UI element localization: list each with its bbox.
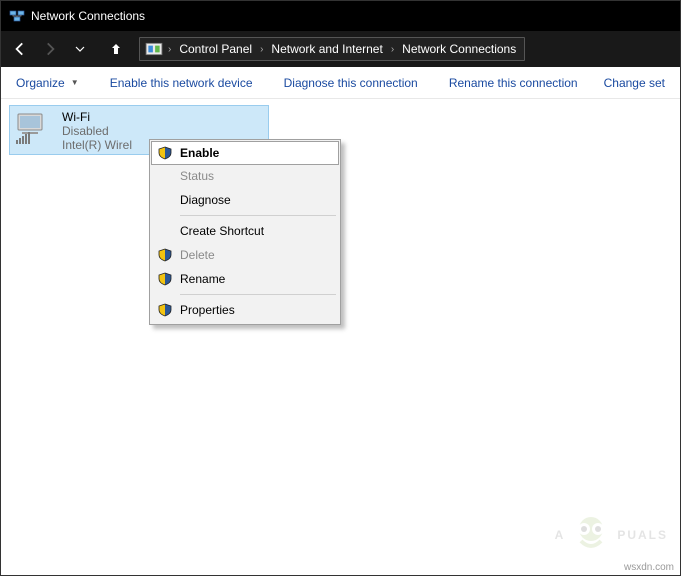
title-bar: Network Connections [1, 1, 680, 31]
menu-item-enable[interactable]: Enable [151, 141, 339, 165]
menu-label-status: Status [180, 169, 328, 183]
breadcrumb-network-internet[interactable]: Network and Internet [265, 38, 388, 60]
watermark-right: PUALS [617, 528, 668, 542]
menu-separator [180, 215, 336, 216]
adapter-name: Wi-Fi [62, 110, 132, 124]
change-settings-button[interactable]: Change set [595, 71, 674, 95]
recent-locations-button[interactable] [65, 35, 95, 63]
menu-label-properties: Properties [180, 303, 328, 317]
organize-label: Organize [16, 76, 65, 90]
menu-label-create-shortcut: Create Shortcut [180, 224, 328, 238]
enable-device-label: Enable this network device [110, 76, 253, 90]
up-button[interactable] [101, 35, 131, 63]
shield-icon [156, 246, 174, 264]
menu-separator [180, 294, 336, 295]
nav-bar: › Control Panel › Network and Internet ›… [1, 31, 680, 67]
watermark-left: A [555, 528, 566, 542]
window-title: Network Connections [31, 9, 145, 23]
back-button[interactable] [5, 35, 35, 63]
menu-item-diagnose[interactable]: Diagnose [152, 188, 338, 212]
control-panel-icon [145, 40, 163, 58]
content-area[interactable]: Wi-Fi Disabled Intel(R) Wirel Enable Sta… [1, 99, 680, 575]
rename-connection-label: Rename this connection [449, 76, 578, 90]
chevron-right-icon[interactable]: › [389, 44, 396, 55]
menu-label-rename: Rename [180, 272, 328, 286]
menu-item-rename[interactable]: Rename [152, 267, 338, 291]
address-bar[interactable]: › Control Panel › Network and Internet ›… [139, 37, 525, 61]
site-credit: wsxdn.com [624, 562, 674, 573]
chevron-down-icon: ▼ [71, 78, 79, 87]
context-menu: Enable Status Diagnose Create Shortcut D… [149, 139, 341, 325]
forward-button[interactable] [35, 35, 65, 63]
chevron-right-icon[interactable]: › [166, 44, 173, 55]
diagnose-connection-label: Diagnose this connection [284, 76, 418, 90]
menu-label-delete: Delete [180, 248, 328, 262]
change-settings-label: Change set [604, 76, 665, 90]
menu-label-diagnose: Diagnose [180, 193, 328, 207]
wifi-adapter-icon [14, 110, 56, 146]
shield-icon [156, 301, 174, 319]
adapter-status: Disabled [62, 124, 132, 138]
menu-item-delete: Delete [152, 243, 338, 267]
enable-device-button[interactable]: Enable this network device [101, 71, 262, 95]
adapter-description: Intel(R) Wirel [62, 138, 132, 152]
menu-item-create-shortcut[interactable]: Create Shortcut [152, 219, 338, 243]
breadcrumb-control-panel[interactable]: Control Panel [173, 38, 258, 60]
rename-connection-button[interactable]: Rename this connection [440, 71, 587, 95]
breadcrumb-network-connections[interactable]: Network Connections [396, 38, 522, 60]
network-connections-icon [9, 8, 25, 24]
menu-item-properties[interactable]: Properties [152, 298, 338, 322]
adapter-details: Wi-Fi Disabled Intel(R) Wirel [62, 110, 132, 152]
chevron-right-icon[interactable]: › [258, 44, 265, 55]
menu-label-enable: Enable [180, 146, 328, 160]
menu-item-status: Status [152, 164, 338, 188]
organize-button[interactable]: Organize ▼ [7, 71, 88, 95]
shield-icon [156, 270, 174, 288]
command-bar: Organize ▼ Enable this network device Di… [1, 67, 680, 99]
glasses-icon [567, 511, 615, 559]
shield-icon [156, 144, 174, 162]
watermark-logo: A PUALS [555, 511, 668, 559]
diagnose-connection-button[interactable]: Diagnose this connection [275, 71, 427, 95]
